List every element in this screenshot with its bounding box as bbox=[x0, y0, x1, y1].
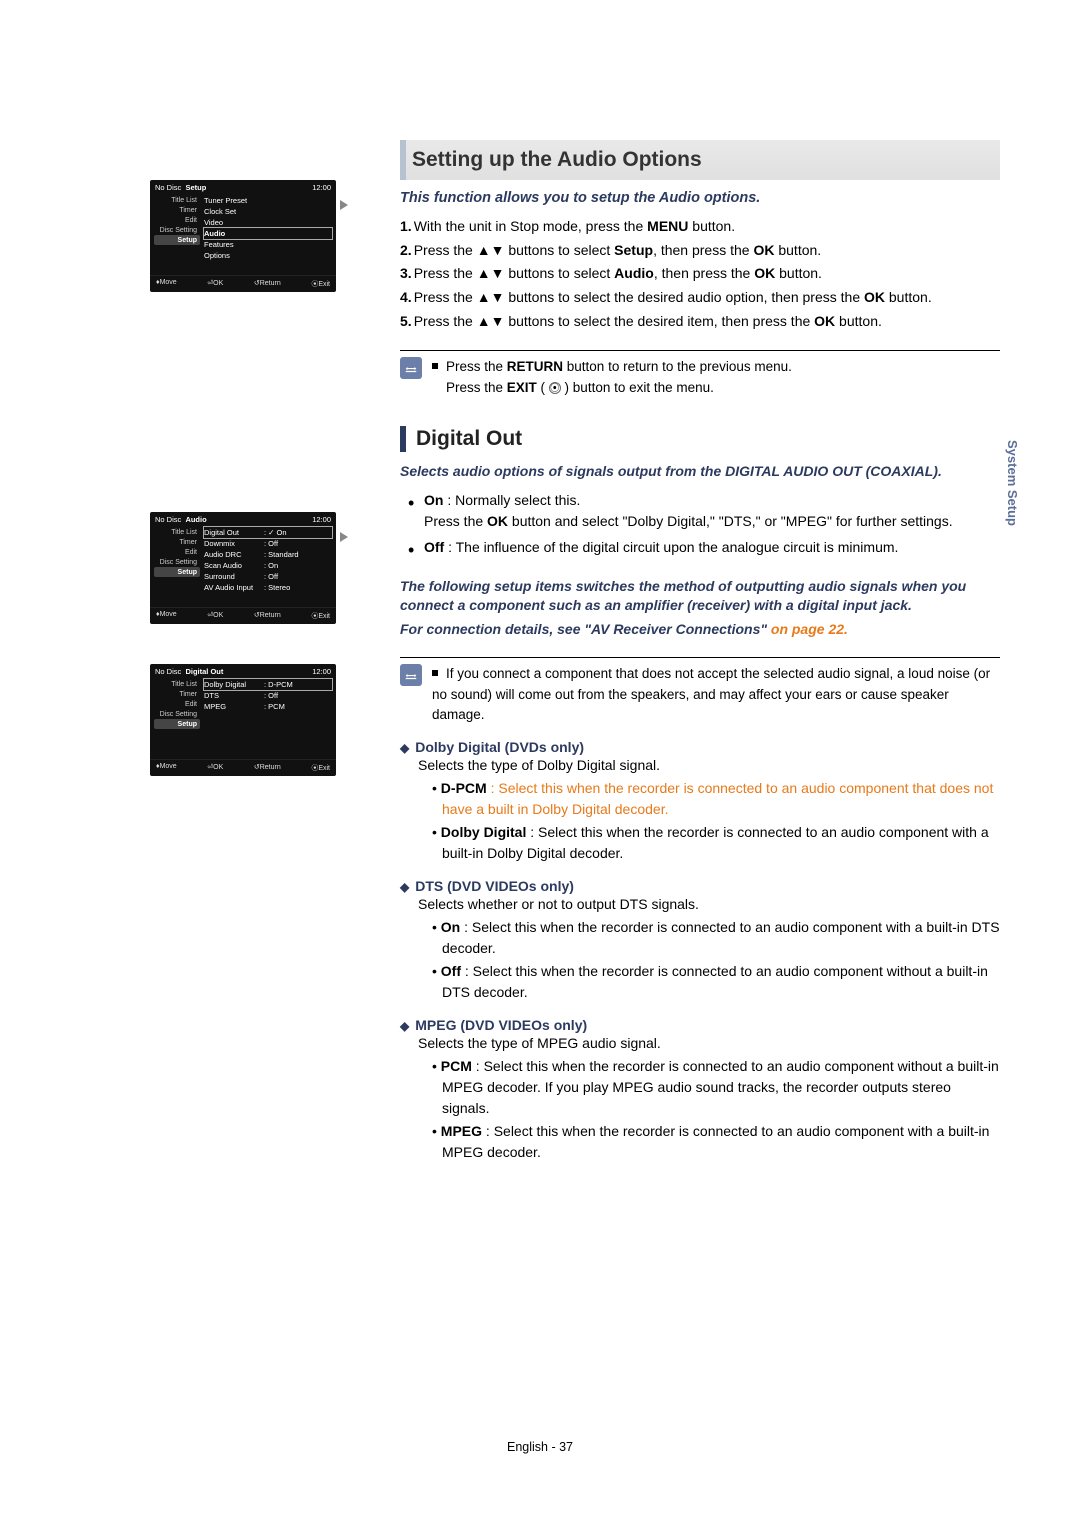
screenshots-column: No Disc Setup 12:00 Title List Timer Edi… bbox=[150, 140, 380, 1163]
dts-heading: DTS (DVD VIDEOs only) bbox=[400, 878, 1000, 894]
content-column: Setting up the Audio Options This functi… bbox=[380, 140, 1000, 1163]
pointer-icon bbox=[340, 532, 348, 542]
side-tab: System Setup bbox=[1005, 440, 1020, 526]
note-icon bbox=[400, 664, 422, 686]
dolby-options: D-PCM : Select this when the recorder is… bbox=[400, 778, 1000, 864]
dts-options: On : Select this when the recorder is co… bbox=[400, 917, 1000, 1003]
page-footer: English - 37 bbox=[0, 1440, 1080, 1454]
warning-note: If you connect a component that does not… bbox=[400, 657, 1000, 725]
digital-out-desc: Selects audio options of signals output … bbox=[400, 462, 1000, 482]
setup-steps: 1.With the unit in Stop mode, press the … bbox=[400, 216, 1000, 332]
osd-screenshot-digital-out: No Disc Digital Out 12:00 Title List Tim… bbox=[150, 664, 336, 776]
dts-desc: Selects whether or not to output DTS sig… bbox=[400, 894, 1000, 915]
mpeg-options: PCM : Select this when the recorder is c… bbox=[400, 1056, 1000, 1163]
osd-screenshot-audio: No Disc Audio 12:00 Title List Timer Edi… bbox=[150, 512, 336, 624]
note-icon bbox=[400, 357, 422, 379]
dolby-heading: Dolby Digital (DVDs only) bbox=[400, 739, 1000, 755]
mpeg-desc: Selects the type of MPEG audio signal. bbox=[400, 1033, 1000, 1054]
connection-ref: For connection details, see "AV Receiver… bbox=[400, 620, 1000, 640]
intro-text: This function allows you to setup the Au… bbox=[400, 190, 1000, 206]
switch-para: The following setup items switches the m… bbox=[400, 577, 1000, 616]
pointer-icon bbox=[340, 200, 348, 210]
mpeg-heading: MPEG (DVD VIDEOs only) bbox=[400, 1017, 1000, 1033]
on-off-list: On : Normally select this. Press the OK … bbox=[400, 490, 1000, 559]
return-exit-note: Press the RETURN button to return to the… bbox=[400, 350, 1000, 398]
subsection-heading: Digital Out bbox=[400, 426, 1000, 452]
dolby-desc: Selects the type of Dolby Digital signal… bbox=[400, 755, 1000, 776]
section-heading: Setting up the Audio Options bbox=[400, 140, 1000, 180]
osd-screenshot-setup: No Disc Setup 12:00 Title List Timer Edi… bbox=[150, 180, 336, 292]
